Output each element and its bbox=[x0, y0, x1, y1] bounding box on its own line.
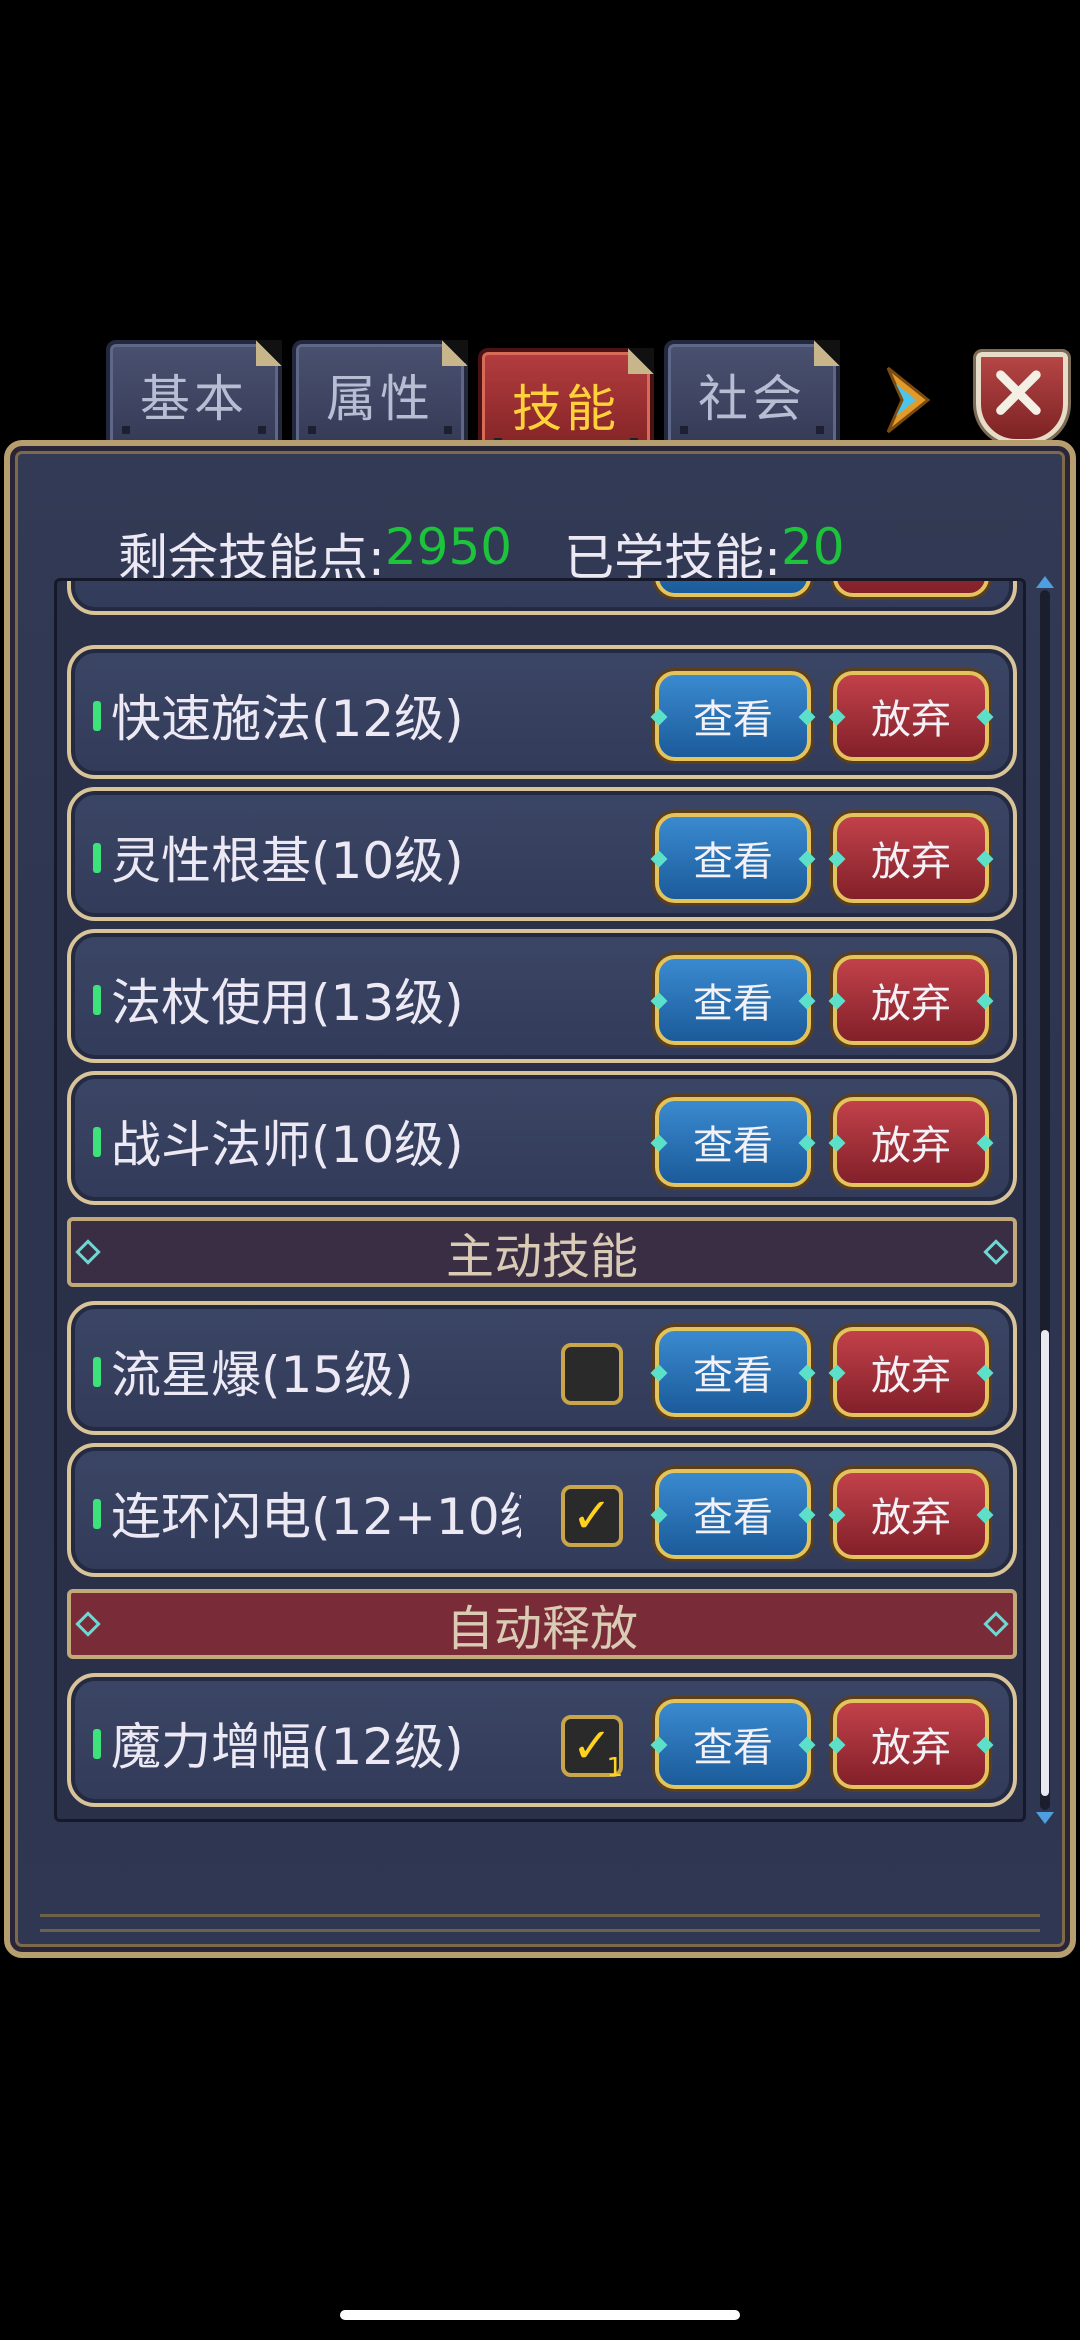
drop-button[interactable]: 放弃 bbox=[833, 1097, 989, 1187]
skill-name: 魔力增幅(12级) bbox=[111, 1718, 464, 1773]
diamond-ornament bbox=[75, 1239, 101, 1265]
diamond-ornament bbox=[75, 1611, 101, 1637]
tab-fold bbox=[256, 340, 282, 366]
row-marker bbox=[93, 1357, 101, 1387]
drop-button[interactable]: 放弃 bbox=[833, 955, 989, 1045]
row-marker bbox=[93, 1127, 101, 1157]
skill-name: 战斗法师(10级) bbox=[111, 1116, 464, 1171]
row-marker bbox=[93, 985, 101, 1015]
skill-row: 战斗法师(10级) 查看 放弃 bbox=[67, 1071, 1017, 1205]
tab-label: 技能 bbox=[512, 380, 620, 438]
skill-name: 灵性根基(10级) bbox=[111, 832, 464, 887]
scrollbar[interactable] bbox=[1036, 576, 1054, 1824]
section-title: 自动释放 bbox=[445, 1601, 638, 1657]
skill-name: 流星爆(15级) bbox=[111, 1346, 414, 1401]
drop-button bbox=[833, 581, 989, 597]
close-button[interactable] bbox=[976, 352, 1068, 444]
scroll-up-icon[interactable] bbox=[1036, 576, 1054, 588]
scroll-thumb[interactable] bbox=[1041, 1330, 1049, 1796]
drop-button[interactable]: 放弃 bbox=[833, 1469, 989, 1559]
row-marker bbox=[93, 1499, 101, 1529]
tab-label: 基本 bbox=[140, 370, 248, 428]
tab-fold bbox=[814, 340, 840, 366]
diamond-ornament bbox=[983, 1611, 1009, 1637]
drop-button[interactable]: 放弃 bbox=[833, 671, 989, 761]
skill-row-partial bbox=[67, 581, 1017, 615]
tab-social[interactable]: 社会 bbox=[664, 340, 840, 450]
section-title: 主动技能 bbox=[445, 1229, 638, 1285]
panel-ornament bbox=[40, 1914, 1040, 1932]
row-marker bbox=[93, 701, 101, 731]
auto-cast-checkbox[interactable]: ✓ bbox=[561, 1485, 623, 1547]
skill-name: 连环闪电(12+10级) bbox=[111, 1488, 521, 1543]
auto-cast-order: 1 bbox=[606, 1753, 623, 1783]
skill-row: 魔力增幅(12级) ✓ 1 查看 放弃 bbox=[67, 1673, 1017, 1807]
diamond-ornament bbox=[983, 1239, 1009, 1265]
view-button[interactable]: 查看 bbox=[655, 1097, 811, 1187]
row-marker bbox=[93, 843, 101, 873]
close-icon bbox=[996, 370, 1041, 415]
remaining-points-label: 剩余技能点: bbox=[118, 529, 385, 587]
skill-row: 法杖使用(13级) 查看 放弃 bbox=[67, 929, 1017, 1063]
view-button[interactable]: 查看 bbox=[655, 1469, 811, 1559]
skill-row: 快速施法(12级) 查看 放弃 bbox=[67, 645, 1017, 779]
learned-skills-label: 已学技能: bbox=[564, 529, 781, 587]
view-button[interactable]: 查看 bbox=[655, 671, 811, 761]
remaining-points-value: 2950 bbox=[384, 518, 513, 576]
skill-row: 灵性根基(10级) 查看 放弃 bbox=[67, 787, 1017, 921]
tab-fold bbox=[628, 348, 654, 374]
section-auto-cast: 自动释放 bbox=[67, 1589, 1017, 1659]
check-icon: ✓ bbox=[571, 1488, 613, 1544]
view-button[interactable]: 查看 bbox=[655, 813, 811, 903]
tab-attributes[interactable]: 属性 bbox=[292, 340, 468, 450]
scroll-down-icon[interactable] bbox=[1036, 1812, 1054, 1824]
auto-cast-checkbox[interactable] bbox=[561, 1343, 623, 1405]
home-indicator[interactable] bbox=[340, 2310, 740, 2320]
drop-button[interactable]: 放弃 bbox=[833, 1699, 989, 1789]
skill-name: 法杖使用(13级) bbox=[111, 974, 464, 1029]
skill-name: 快速施法(12级) bbox=[111, 690, 464, 745]
auto-cast-checkbox[interactable]: ✓ 1 bbox=[561, 1715, 623, 1783]
view-button[interactable]: 查看 bbox=[655, 955, 811, 1045]
tab-basic[interactable]: 基本 bbox=[106, 340, 282, 450]
arrow-right-icon[interactable] bbox=[878, 360, 942, 440]
view-button[interactable]: 查看 bbox=[655, 1327, 811, 1417]
row-marker bbox=[93, 1729, 101, 1759]
tab-label: 属性 bbox=[326, 370, 434, 428]
skill-row: 连环闪电(12+10级) ✓ 查看 放弃 bbox=[67, 1443, 1017, 1577]
section-active-skills: 主动技能 bbox=[67, 1217, 1017, 1287]
view-button bbox=[655, 581, 811, 597]
skill-row: 流星爆(15级) 查看 放弃 bbox=[67, 1301, 1017, 1435]
drop-button[interactable]: 放弃 bbox=[833, 1327, 989, 1417]
skill-list[interactable]: 快速施法(12级) 查看 放弃 灵性根基(10级) 查看 放弃 法杖使用(13级… bbox=[54, 578, 1026, 1822]
tab-label: 社会 bbox=[698, 370, 806, 428]
tab-fold bbox=[442, 340, 468, 366]
learned-skills-value: 20 bbox=[780, 518, 845, 576]
drop-button[interactable]: 放弃 bbox=[833, 813, 989, 903]
skill-points-header: 剩余技能点: 2950 已学技能: 20 bbox=[118, 518, 845, 587]
view-button[interactable]: 查看 bbox=[655, 1699, 811, 1789]
